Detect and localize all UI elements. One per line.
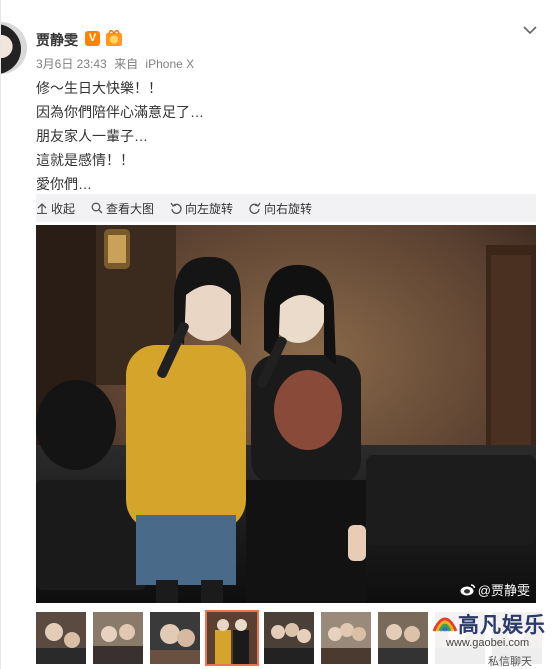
rotate-right-icon	[249, 202, 261, 214]
weibo-icon	[460, 584, 475, 596]
source-device[interactable]: iPhone X	[145, 57, 194, 71]
thumbnail[interactable]	[150, 612, 200, 664]
post-line: 朋友家人一輩子…	[36, 128, 148, 144]
post-line: 因為你們陪伴心滿意足了…	[36, 104, 204, 120]
view-large-label: 查看大图	[106, 201, 155, 216]
chevron-down-icon[interactable]	[522, 24, 538, 36]
thumbnail[interactable]	[378, 612, 428, 664]
thumbnail[interactable]	[264, 612, 314, 664]
photo-watermark: @贾静雯	[460, 580, 530, 599]
logo-sub: 私信聊天	[488, 656, 532, 668]
collapse-button[interactable]: 收起	[36, 200, 75, 217]
arrow-up-icon	[37, 203, 47, 214]
rainbow-logo-icon	[432, 617, 458, 632]
weibo-post-card: 贾静雯 V 3月6日 23:43 来自 iPhone X 修～生日大快樂！！ 因…	[0, 0, 556, 669]
vip-medal-icon[interactable]	[105, 30, 123, 47]
collapse-label: 收起	[51, 201, 76, 216]
logo-url: www.gaobei.com	[446, 637, 530, 649]
avatar[interactable]	[1, 22, 27, 74]
username[interactable]: 贾静雯	[36, 30, 78, 50]
post-line: 修～生日大快樂！！	[36, 80, 162, 96]
rotate-right-label: 向右旋转	[264, 201, 313, 216]
post-line: 這就是感情！！	[36, 152, 134, 168]
rotate-left-button[interactable]: 向左旋转	[170, 200, 233, 217]
main-photo[interactable]: @贾静雯	[36, 225, 536, 603]
verified-badge-icon[interactable]: V	[85, 31, 100, 46]
thumbnail[interactable]	[321, 612, 371, 664]
view-large-button[interactable]: 查看大图	[91, 200, 154, 217]
logo-title: 高凡娱乐	[458, 612, 546, 637]
site-logo: 高凡娱乐 www.gaobei.com 私信聊天	[428, 607, 556, 669]
post-meta: 3月6日 23:43 来自 iPhone X	[36, 55, 198, 72]
source-prefix: 来自	[114, 57, 139, 71]
thumbnail-active[interactable]	[205, 610, 259, 666]
image-toolbar: 收起 查看大图 向左旋转 向右旋转	[36, 194, 536, 222]
photo-scene	[36, 225, 536, 603]
post-text: 修～生日大快樂！！ 因為你們陪伴心滿意足了… 朋友家人一輩子… 這就是感情！！ …	[36, 76, 516, 196]
post-timestamp[interactable]: 3月6日 23:43	[36, 57, 107, 71]
post-line: 愛你們…	[36, 176, 92, 192]
search-icon	[91, 202, 103, 214]
rotate-right-button[interactable]: 向右旋转	[249, 200, 312, 217]
rotate-left-label: 向左旋转	[185, 201, 234, 216]
watermark-text: @贾静雯	[477, 583, 530, 598]
rotate-left-icon	[170, 202, 182, 214]
thumbnail[interactable]	[36, 612, 86, 664]
thumbnail[interactable]	[93, 612, 143, 664]
